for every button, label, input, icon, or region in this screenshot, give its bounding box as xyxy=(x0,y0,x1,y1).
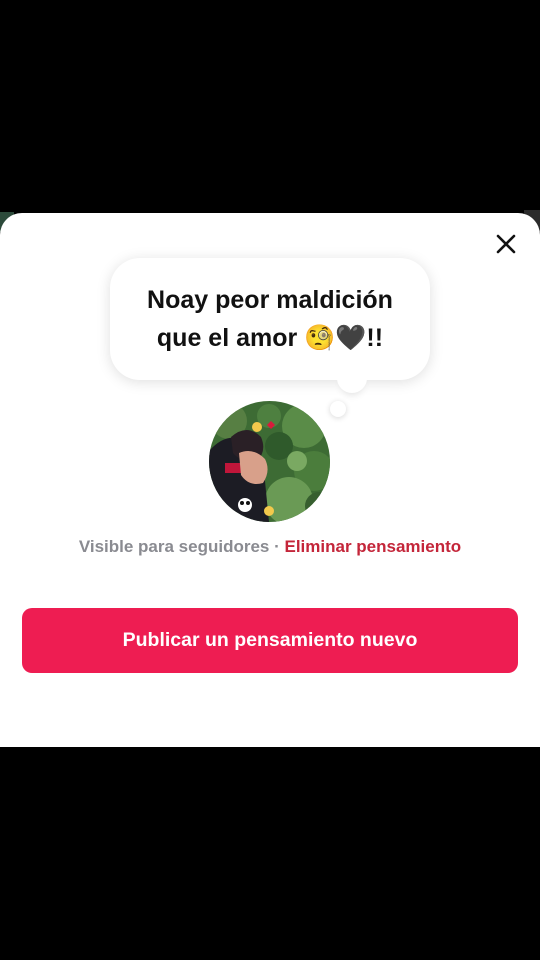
thought-bubble-tail xyxy=(337,373,367,393)
thought-line-1: Noay peor maldición xyxy=(147,286,393,314)
thought-line-2: que el amor 🧐🖤!! xyxy=(156,324,384,352)
thought-sheet: Noay peor maldición que el amor 🧐🖤!! Vis… xyxy=(0,213,540,747)
profile-photo-icon xyxy=(209,401,330,522)
visibility-row: Visible para seguidores · Eliminar pensa… xyxy=(0,537,540,557)
separator-dot: · xyxy=(274,537,280,556)
thought-text: Noay peor maldición que el amor 🧐🖤!! xyxy=(147,281,393,357)
publish-new-thought-button[interactable]: Publicar un pensamiento nuevo xyxy=(22,608,518,673)
delete-thought-link[interactable]: Eliminar pensamiento xyxy=(285,537,462,556)
screen: Noay peor maldición que el amor 🧐🖤!! Vis… xyxy=(0,0,540,960)
thought-bubble-dot xyxy=(330,401,346,417)
close-icon xyxy=(496,234,516,254)
visibility-label: Visible para seguidores xyxy=(78,537,270,556)
thought-bubble[interactable]: Noay peor maldición que el amor 🧐🖤!! xyxy=(110,258,430,380)
close-button[interactable] xyxy=(494,232,518,256)
avatar[interactable] xyxy=(209,401,330,522)
